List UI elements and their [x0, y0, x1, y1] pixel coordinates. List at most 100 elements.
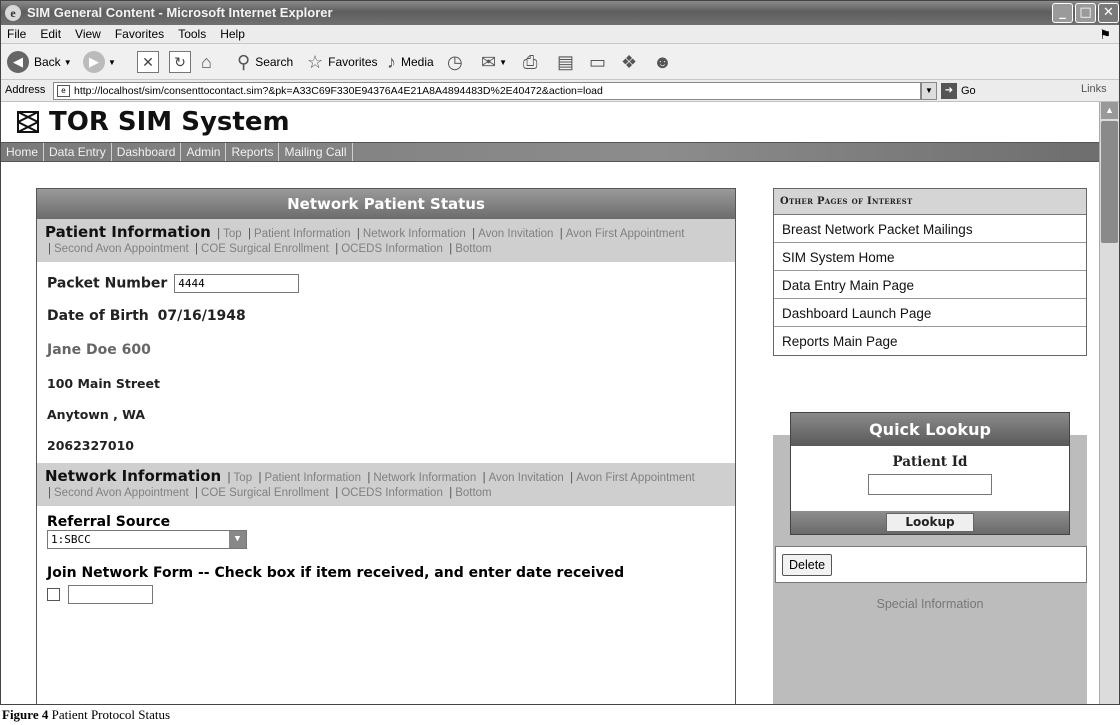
link-second-avon-appointment[interactable]: Second Avon Appointment — [54, 243, 189, 255]
link-top[interactable]: Top — [223, 228, 242, 240]
refresh-icon: ↻ — [169, 51, 191, 73]
nav-dashboard[interactable]: Dashboard — [112, 143, 182, 161]
link-coe-surgical-enrollment[interactable]: COE Surgical Enrollment — [201, 487, 329, 499]
browser-window: e SIM General Content - Microsoft Intern… — [0, 0, 1120, 705]
research-button[interactable]: ❖ — [621, 49, 637, 75]
join-network-form-checkbox[interactable] — [47, 588, 60, 601]
favorites-button[interactable]: ☆ Favorites — [307, 49, 378, 75]
search-button[interactable]: ⚲ Search — [237, 49, 293, 75]
link-second-avon-appointment[interactable]: Second Avon Appointment — [54, 487, 189, 499]
nav-mailing-call[interactable]: Mailing Call — [279, 143, 353, 161]
nav-data-entry[interactable]: Data Entry — [44, 143, 112, 161]
patient-id-label: Patient Id — [892, 454, 968, 470]
menu-bar: File Edit View Favorites Tools Help ⚑ — [1, 25, 1119, 44]
media-button[interactable]: ♪ Media — [387, 49, 434, 75]
link-oceds-information[interactable]: OCEDS Information — [341, 243, 443, 255]
join-network-date-input[interactable] — [68, 585, 153, 604]
link-patient-information[interactable]: Patient Information — [254, 228, 351, 240]
scroll-up-icon[interactable]: ▲ — [1101, 102, 1118, 119]
link-breast-network-packet-mailings[interactable]: Breast Network Packet Mailings — [774, 215, 1086, 243]
maximize-button[interactable]: □ — [1075, 3, 1096, 23]
link-coe-surgical-enrollment[interactable]: COE Surgical Enrollment — [201, 243, 329, 255]
quick-lookup-panel: Quick Lookup Patient Id Lookup — [790, 412, 1070, 535]
research-icon: ❖ — [621, 51, 638, 72]
link-data-entry-main-page[interactable]: Data Entry Main Page — [774, 271, 1086, 299]
join-network-form-row — [47, 585, 725, 604]
back-label: Back — [34, 55, 61, 69]
address-label: Address — [5, 84, 46, 96]
menu-tools[interactable]: Tools — [172, 25, 214, 41]
menu-help[interactable]: Help — [214, 25, 253, 41]
link-reports-main-page[interactable]: Reports Main Page — [774, 327, 1086, 355]
network-information-heading: Network Information — [45, 467, 222, 485]
back-button[interactable]: ◀ Back ▼ — [7, 49, 72, 75]
history-button[interactable]: ◷ — [447, 49, 463, 75]
close-button[interactable]: ✕ — [1098, 3, 1119, 23]
site-title: TOR SIM System — [49, 107, 290, 137]
menu-favorites[interactable]: Favorites — [109, 25, 172, 41]
link-network-information[interactable]: Network Information — [373, 472, 476, 484]
forward-button[interactable]: ▶ ▼ — [83, 49, 116, 75]
print-button[interactable]: ⎙ — [523, 49, 537, 75]
address-dropdown-button[interactable]: ▼ — [921, 82, 937, 100]
link-avon-first-appointment[interactable]: Avon First Appointment — [576, 472, 695, 484]
referral-source-select[interactable]: 1:SBCC ▼ — [47, 530, 247, 549]
link-avon-invitation[interactable]: Avon Invitation — [489, 472, 564, 484]
links-button[interactable]: Links — [1081, 83, 1107, 95]
dob-label: Date of Birth — [47, 308, 149, 324]
join-network-form-label: Join Network Form -- Check box if item r… — [47, 565, 625, 581]
link-sim-system-home[interactable]: SIM System Home — [774, 243, 1086, 271]
menu-edit[interactable]: Edit — [34, 25, 69, 41]
figure-text: Patient Protocol Status — [51, 707, 171, 722]
ie-logo-icon: e — [5, 5, 21, 21]
stop-button[interactable]: ✕ — [137, 49, 159, 75]
page-viewport: TOR SIM System Home Data Entry Dashboard… — [1, 102, 1099, 704]
link-avon-first-appointment[interactable]: Avon First Appointment — [566, 228, 685, 240]
link-bottom[interactable]: Bottom — [455, 487, 491, 499]
patient-information-section-bar: Patient Information | Top | Patient Inform… — [37, 219, 735, 262]
network-information-section-bar: Network Information | Top | Patient Inform… — [37, 463, 735, 506]
go-button[interactable]: ➜ Go — [941, 82, 976, 100]
link-network-information[interactable]: Network Information — [363, 228, 466, 240]
go-arrow-icon: ➜ — [941, 83, 957, 99]
patient-city-state: Anytown , WA — [47, 407, 146, 422]
nav-reports[interactable]: Reports — [226, 143, 280, 161]
discuss-button[interactable]: ▭ — [589, 49, 606, 75]
menu-view[interactable]: View — [69, 25, 109, 41]
link-top[interactable]: Top — [234, 472, 253, 484]
scroll-thumb[interactable] — [1101, 121, 1118, 243]
messenger-button[interactable]: ☻ — [653, 49, 672, 75]
home-button[interactable]: ⌂ — [201, 49, 212, 75]
network-patient-status-panel: Network Patient Status Patient Informati… — [36, 188, 736, 704]
edit-button[interactable]: ▤ — [557, 49, 574, 75]
panel-title: Network Patient Status — [37, 189, 735, 219]
link-avon-invitation[interactable]: Avon Invitation — [478, 228, 553, 240]
link-oceds-information[interactable]: OCEDS Information — [341, 487, 443, 499]
media-icon: ♪ — [387, 51, 396, 72]
address-input[interactable]: e http://localhost/sim/consenttocontact.… — [53, 82, 921, 100]
window-title: SIM General Content - Microsoft Internet… — [27, 5, 333, 20]
link-patient-information[interactable]: Patient Information — [264, 472, 361, 484]
go-label: Go — [961, 85, 976, 97]
packet-number-row: Packet Number — [37, 262, 735, 302]
windows-flag-icon: ⚑ — [1099, 27, 1111, 42]
chevron-down-icon: ▼ — [229, 531, 246, 548]
patient-id-input[interactable] — [868, 474, 992, 495]
search-icon: ⚲ — [237, 51, 251, 72]
nav-home[interactable]: Home — [1, 143, 45, 161]
refresh-button[interactable]: ↻ — [169, 49, 191, 75]
site-nav: Home Data Entry Dashboard Admin Reports … — [1, 142, 1099, 162]
link-bottom[interactable]: Bottom — [455, 243, 491, 255]
menu-file[interactable]: File — [1, 25, 34, 41]
vertical-scrollbar[interactable]: ▲ — [1099, 102, 1119, 704]
media-label: Media — [401, 55, 434, 69]
minimize-button[interactable]: _ — [1052, 3, 1073, 23]
delete-button[interactable]: Delete — [782, 554, 833, 576]
mail-button[interactable]: ✉ ▼ — [481, 49, 507, 75]
dropdown-arrow-icon: ▼ — [108, 57, 116, 67]
packet-number-input[interactable] — [174, 274, 300, 293]
link-dashboard-launch-page[interactable]: Dashboard Launch Page — [774, 299, 1086, 327]
nav-admin[interactable]: Admin — [181, 143, 227, 161]
dropdown-arrow-icon: ▼ — [63, 57, 72, 67]
lookup-button[interactable]: Lookup — [886, 513, 974, 532]
